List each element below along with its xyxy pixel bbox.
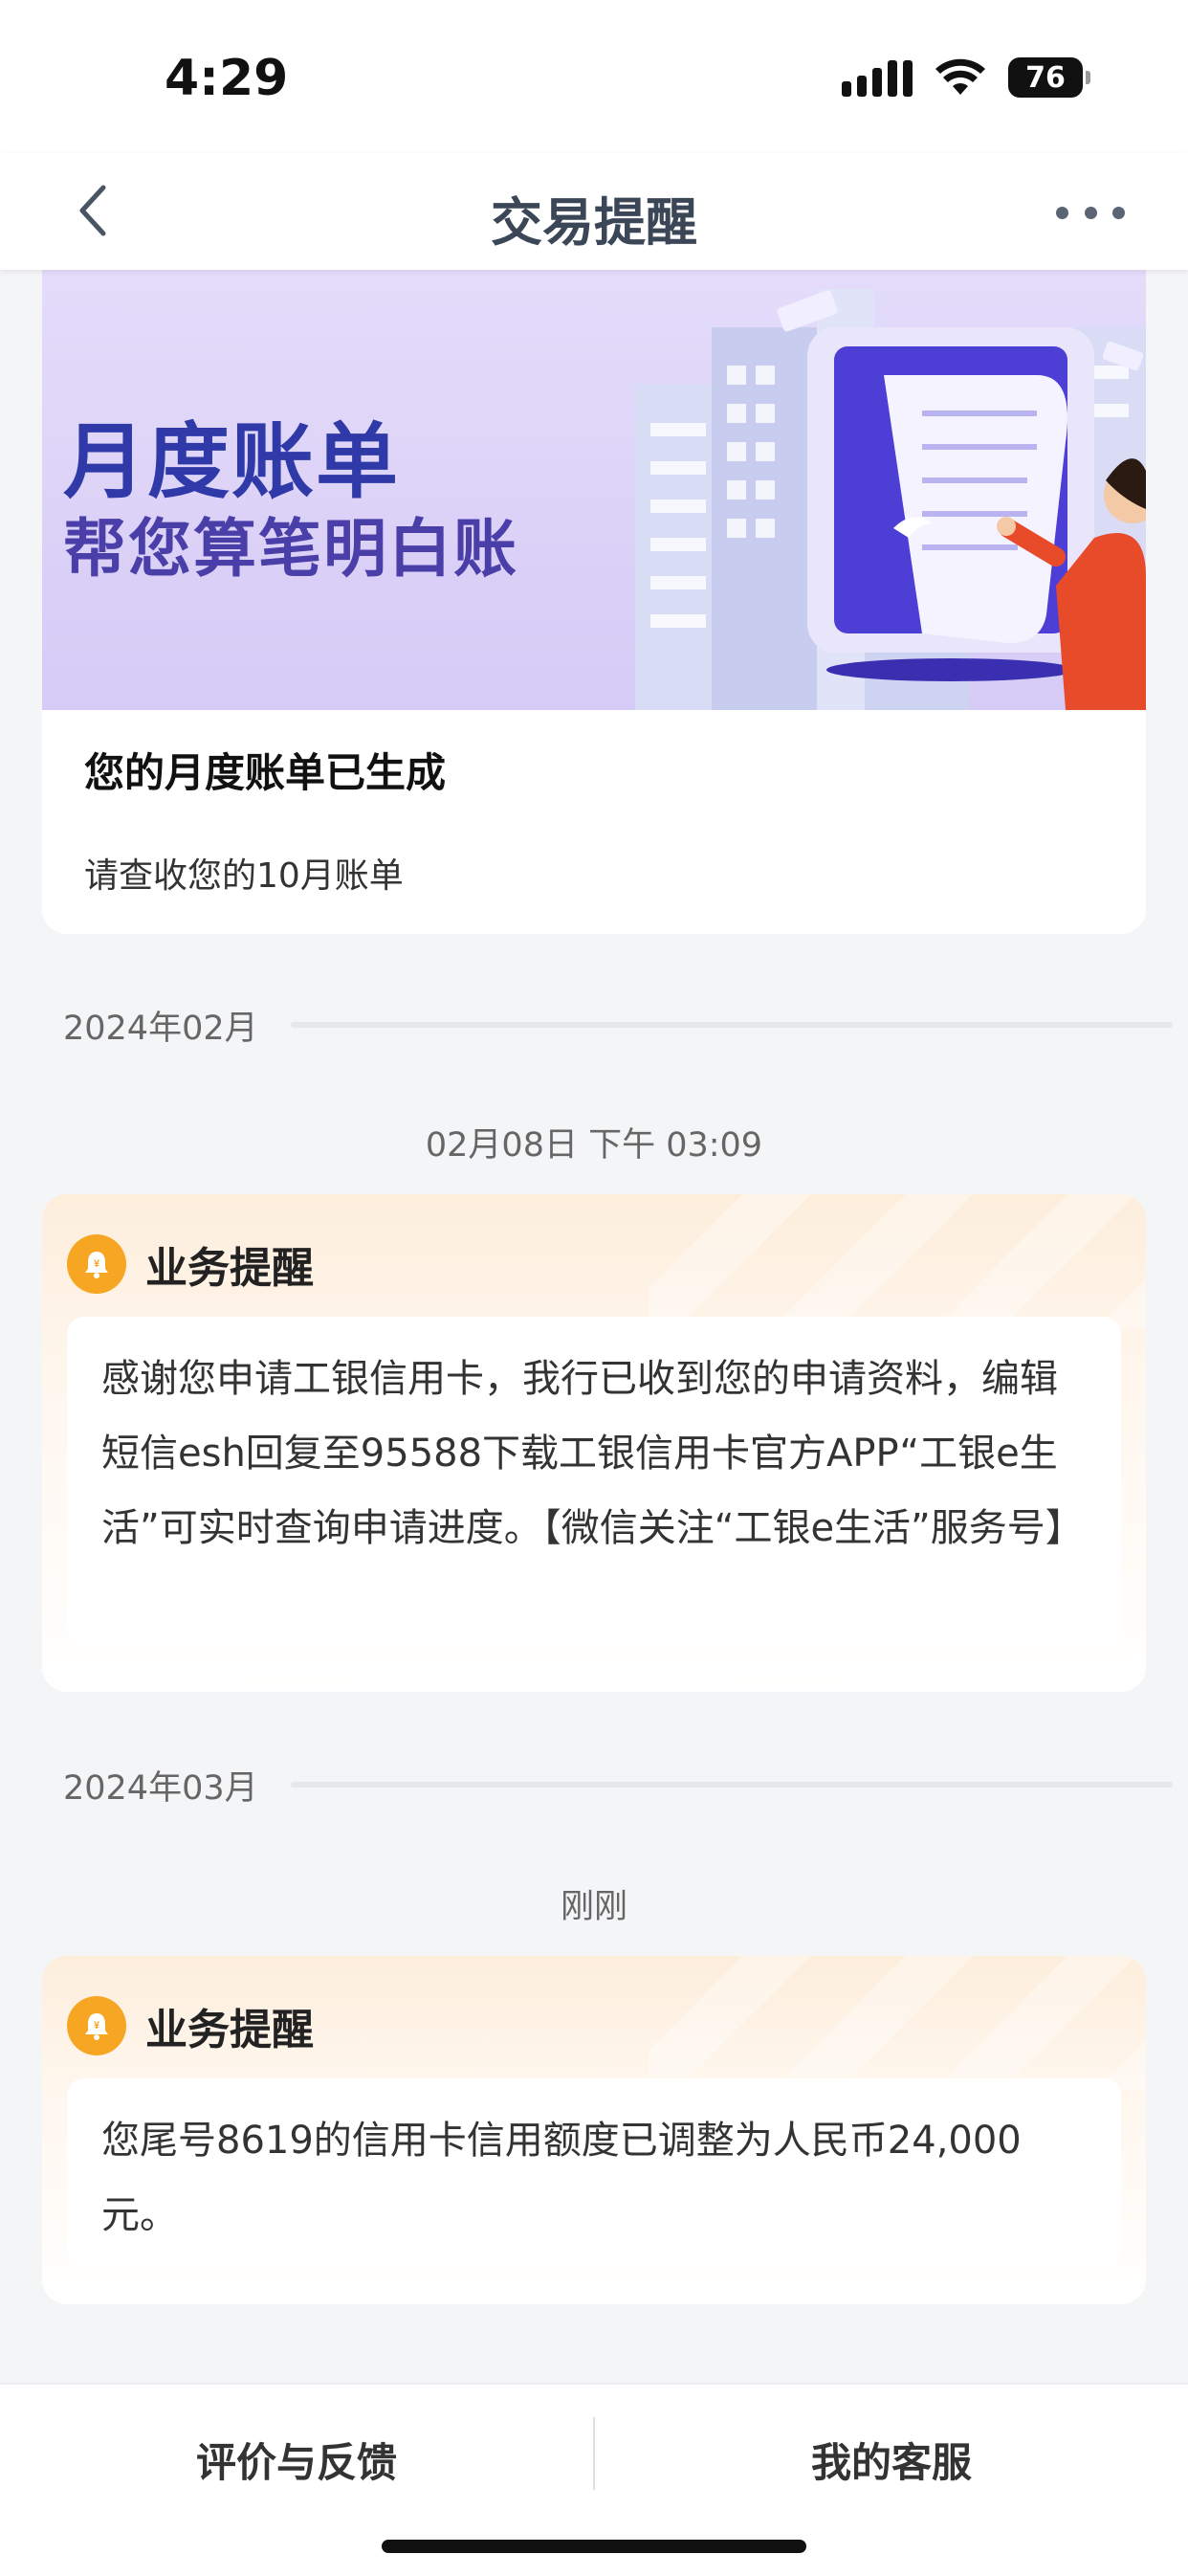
business-notice-card[interactable]: ¥ 业务提醒 您尾号8619的信用卡信用额度已调整为人民币24,000元。 — [42, 1956, 1146, 2304]
status-bar: 4:29 76 — [0, 0, 1188, 153]
feedback-button[interactable]: 评价与反馈 — [0, 2431, 593, 2489]
business-notice-card[interactable]: ¥ 业务提醒 感谢您申请工银信用卡，我行已收到您的申请资料，编辑短信esh回复至… — [42, 1194, 1146, 1692]
signal-icon — [842, 58, 913, 97]
card-decoration — [649, 1194, 1146, 1328]
banner-title: 月度账单 — [63, 414, 400, 510]
battery-icon: 76 — [1008, 57, 1090, 98]
svg-text:¥: ¥ — [94, 2020, 100, 2032]
banner-subtitle: 帮您算笔明白账 — [63, 512, 518, 586]
nav-bar: 交易提醒 — [0, 153, 1188, 270]
bill-title: 您的月度账单已生成 — [84, 749, 447, 796]
month-label: 2024年03月 — [63, 1768, 258, 1808]
bill-description: 请查收您的10月账单 — [84, 856, 404, 896]
notice-body: 您尾号8619的信用卡信用额度已调整为人民币24,000元。 — [67, 2078, 1121, 2266]
card-decoration — [649, 1956, 1146, 2090]
divider-line — [290, 1782, 1173, 1788]
bill-banner: 月度账单 帮您算笔明白账 — [42, 270, 1146, 710]
status-time: 4:29 — [165, 50, 289, 107]
more-icon[interactable] — [1056, 186, 1125, 239]
page-title: 交易提醒 — [491, 192, 697, 253]
bell-icon: ¥ — [67, 1234, 126, 1294]
bell-icon: ¥ — [67, 1996, 126, 2055]
status-icons: 76 — [842, 57, 1090, 98]
notice-header: ¥ 业务提醒 — [67, 1232, 314, 1296]
notice-title: 业务提醒 — [145, 1244, 314, 1293]
wifi-icon — [935, 58, 985, 95]
month-divider: 2024年02月 — [63, 1001, 1173, 1049]
message-time: 刚刚 — [560, 1888, 627, 1926]
month-label: 2024年02月 — [63, 1009, 258, 1048]
notice-title: 业务提醒 — [145, 2006, 314, 2054]
notice-header: ¥ 业务提醒 — [67, 1994, 314, 2057]
divider-line — [290, 1022, 1173, 1028]
notice-body: 感谢您申请工银信用卡，我行已收到您的申请资料，编辑短信esh回复至95588下载… — [67, 1317, 1121, 1642]
message-time: 02月08日 下午 03:09 — [425, 1126, 763, 1165]
customer-service-button[interactable]: 我的客服 — [595, 2431, 1188, 2489]
home-indicator[interactable] — [382, 2540, 806, 2553]
battery-level: 76 — [1025, 60, 1066, 95]
month-divider: 2024年03月 — [63, 1761, 1173, 1809]
monthly-bill-card[interactable]: 月度账单 帮您算笔明白账 您的月度账单已生成 请查收您的10月账单 — [42, 270, 1146, 934]
svg-text:¥: ¥ — [94, 1258, 100, 1270]
